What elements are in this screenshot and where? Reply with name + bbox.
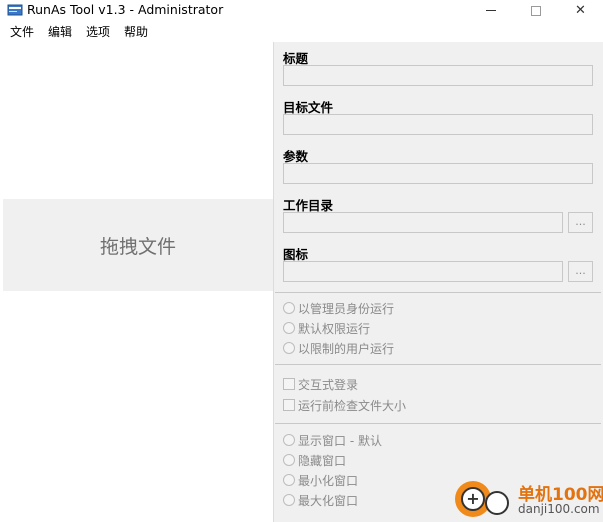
radio-label: 显示窗口 - 默认	[298, 433, 382, 448]
radio-label: 隐藏窗口	[298, 453, 347, 468]
drop-zone[interactable]: 拖拽文件	[3, 199, 273, 291]
radio-circle	[283, 302, 295, 314]
radio-label: 最小化窗口	[298, 473, 359, 488]
checkbox-interactive-login[interactable]: 交互式登录	[283, 375, 358, 393]
maximize-button[interactable]	[513, 0, 558, 21]
title-bar: RunAs Tool v1.3 - Administrator ✕	[0, 0, 603, 21]
title-input[interactable]	[283, 65, 593, 86]
separator	[275, 292, 601, 293]
minimize-icon	[485, 10, 496, 11]
radio-circle	[283, 434, 295, 446]
checkbox-label: 运行前检查文件大小	[298, 398, 407, 413]
radio-circle	[283, 454, 295, 466]
radio-show-window[interactable]: 显示窗口 - 默认	[283, 431, 382, 449]
menu-help[interactable]: 帮助	[124, 23, 148, 40]
window-title: RunAs Tool v1.3 - Administrator	[27, 2, 224, 17]
checkbox-check-file-size[interactable]: 运行前检查文件大小	[283, 396, 406, 414]
radio-label: 最大化窗口	[298, 493, 359, 508]
menu-file[interactable]: 文件	[10, 23, 34, 40]
menu-options[interactable]: 选项	[86, 23, 110, 40]
menu-bar: 文件 编辑 选项 帮助	[0, 21, 603, 41]
plus-icon: +	[461, 487, 485, 511]
working-dir-browse-button[interactable]: ...	[568, 212, 593, 233]
app-icon	[7, 4, 23, 16]
working-dir-input[interactable]	[283, 212, 563, 233]
radio-circle	[283, 322, 295, 334]
radio-label: 默认权限运行	[298, 321, 371, 336]
radio-circle	[283, 342, 295, 354]
radio-restricted-user[interactable]: 以限制的用户运行	[283, 339, 394, 357]
radio-default-permission[interactable]: 默认权限运行	[283, 319, 370, 337]
maximize-icon	[530, 5, 541, 16]
watermark-logo: + 单机100网 danji100.com	[455, 477, 603, 522]
separator	[275, 364, 601, 365]
radio-hide-window[interactable]: 隐藏窗口	[283, 451, 346, 469]
radio-circle	[283, 474, 295, 486]
arguments-input[interactable]	[283, 163, 593, 184]
close-button[interactable]: ✕	[558, 0, 603, 21]
close-icon: ✕	[575, 3, 586, 18]
icon-input[interactable]	[283, 261, 563, 282]
separator	[275, 423, 601, 424]
watermark-url: danji100.com	[518, 502, 600, 516]
icon-browse-button[interactable]: ...	[568, 261, 593, 282]
radio-circle	[283, 494, 295, 506]
checkbox-label: 交互式登录	[298, 377, 359, 392]
radio-label: 以管理员身份运行	[298, 301, 395, 316]
radio-maximize-window[interactable]: 最大化窗口	[283, 491, 358, 509]
radio-label: 以限制的用户运行	[298, 341, 395, 356]
watermark-ring-icon	[485, 491, 509, 515]
menu-edit[interactable]: 编辑	[48, 23, 72, 40]
checkbox-box	[283, 399, 295, 411]
drop-zone-label: 拖拽文件	[99, 235, 176, 258]
checkbox-box	[283, 378, 295, 390]
target-file-input[interactable]	[283, 114, 593, 135]
minimize-button[interactable]	[468, 0, 513, 21]
radio-run-as-admin[interactable]: 以管理员身份运行	[283, 299, 394, 317]
radio-minimize-window[interactable]: 最小化窗口	[283, 471, 358, 489]
